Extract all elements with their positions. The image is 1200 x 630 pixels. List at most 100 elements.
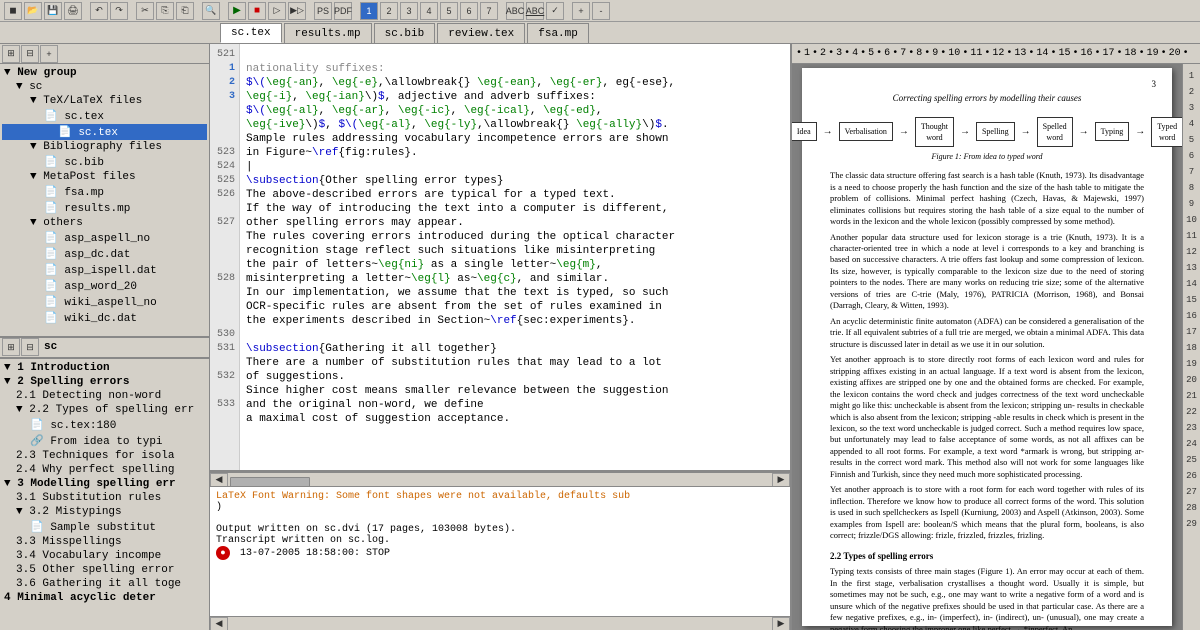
pdf-pg-12[interactable]: 12 bbox=[992, 48, 1004, 59]
pdf-scroll-area[interactable]: 3 Correcting spelling errors by modellin… bbox=[792, 64, 1182, 630]
outline-sample[interactable]: 📄 Sample substitut bbox=[2, 519, 207, 535]
tree-bib-folder[interactable]: ▼ Bibliography files bbox=[2, 140, 207, 154]
tree-results-mp[interactable]: 📄 results.mp bbox=[2, 200, 207, 216]
hscroll-left-btn[interactable]: ◀ bbox=[210, 473, 228, 487]
find-btn[interactable]: 🔍 bbox=[202, 2, 220, 20]
outline-collapse-btn[interactable]: ⊟ bbox=[21, 338, 39, 356]
tree-sc-tex-file[interactable]: 📄 sc.tex bbox=[2, 108, 207, 124]
outline-3-6[interactable]: 3.6 Gathering it all toge bbox=[2, 577, 207, 591]
outline-3-5[interactable]: 3.5 Other spelling error bbox=[2, 563, 207, 577]
tree-wiki-dc[interactable]: 📄 wiki_dc.dat bbox=[2, 310, 207, 326]
pg3-btn[interactable]: 3 bbox=[400, 2, 418, 20]
outline-spell[interactable]: ▼ 2 Spelling errors bbox=[2, 375, 207, 389]
pdf-pg-18[interactable]: 18 bbox=[1125, 48, 1137, 59]
tab-sc-tex[interactable]: sc.tex bbox=[220, 23, 282, 43]
hscroll-thumb[interactable] bbox=[230, 477, 310, 487]
ps-btn[interactable]: PS bbox=[314, 2, 332, 20]
tree-asp-word[interactable]: 📄 asp_word_20 bbox=[2, 278, 207, 294]
tab-sc-bib[interactable]: sc.bib bbox=[374, 23, 436, 43]
con-hscroll-right-btn[interactable]: ▶ bbox=[772, 617, 790, 630]
tree-collapse-btn[interactable]: ⊟ bbox=[21, 45, 39, 63]
pdf-pg-10[interactable]: 10 bbox=[948, 48, 960, 59]
tree-asp-aspell[interactable]: 📄 asp_aspell_no bbox=[2, 230, 207, 246]
abc-btn[interactable]: ABC bbox=[506, 2, 524, 20]
cut-btn[interactable]: ✂ bbox=[136, 2, 154, 20]
pdf-pg-9[interactable]: 9 bbox=[932, 48, 938, 59]
print-btn[interactable]: 🖨 bbox=[64, 2, 82, 20]
tree-sc-tex-subfile[interactable]: 📄 sc.tex bbox=[2, 124, 207, 140]
pdf-pg-13[interactable]: 13 bbox=[1014, 48, 1026, 59]
pg6-btn[interactable]: 6 bbox=[460, 2, 478, 20]
pdf-pg-4[interactable]: 4 bbox=[852, 48, 858, 59]
hscroll-right-btn[interactable]: ▶ bbox=[772, 473, 790, 487]
pdf-pg-15[interactable]: 15 bbox=[1058, 48, 1070, 59]
outline-fig-ref[interactable]: 🔗 From idea to typi bbox=[2, 433, 207, 449]
redo-btn[interactable]: ↷ bbox=[110, 2, 128, 20]
tree-asp-dc[interactable]: 📄 asp_dc.dat bbox=[2, 246, 207, 262]
undo-btn[interactable]: ↶ bbox=[90, 2, 108, 20]
tree-fsa-mp[interactable]: 📄 fsa.mp bbox=[2, 184, 207, 200]
editor-content[interactable]: 521 1 2 3 523 524 525 526 527 528 bbox=[210, 44, 790, 472]
stop-btn[interactable]: ■ bbox=[248, 2, 266, 20]
outline-2-1[interactable]: 2.1 Detecting non-word bbox=[2, 389, 207, 403]
compile-btn[interactable]: ▶ bbox=[228, 2, 246, 20]
abc2-btn[interactable]: ABC bbox=[526, 2, 544, 20]
pdf-pg-7[interactable]: 7 bbox=[900, 48, 906, 59]
outline-2-3[interactable]: 2.3 Techniques for isola bbox=[2, 449, 207, 463]
pdf-pg-17[interactable]: 17 bbox=[1103, 48, 1115, 59]
new-btn[interactable]: ◼ bbox=[4, 2, 22, 20]
tab-fsa-mp[interactable]: fsa.mp bbox=[527, 23, 589, 43]
pg5-btn[interactable]: 5 bbox=[440, 2, 458, 20]
pdf-pg-1[interactable]: 1 bbox=[804, 48, 810, 59]
pdf-pg-5[interactable]: 5 bbox=[868, 48, 874, 59]
pg7-btn[interactable]: 7 bbox=[480, 2, 498, 20]
tree-mp-folder[interactable]: ▼ MetaPost files bbox=[2, 170, 207, 184]
zoom-out-btn[interactable]: - bbox=[592, 2, 610, 20]
paste-btn[interactable]: ⎗ bbox=[176, 2, 194, 20]
outline-sctex[interactable]: 📄 sc.tex:180 bbox=[2, 417, 207, 433]
pg1-btn[interactable]: 1 bbox=[360, 2, 378, 20]
tree-asp-ispell[interactable]: 📄 asp_ispell.dat bbox=[2, 262, 207, 278]
tab-review-tex[interactable]: review.tex bbox=[437, 23, 525, 43]
outline-4[interactable]: 4 Minimal acyclic deter bbox=[2, 591, 207, 605]
spell-btn[interactable]: ✓ bbox=[546, 2, 564, 20]
outline-2-4[interactable]: 2.4 Why perfect spelling bbox=[2, 463, 207, 477]
outline-3-2[interactable]: ▼ 3.2 Mistypings bbox=[2, 505, 207, 519]
outline-expand-btn[interactable]: ⊞ bbox=[2, 338, 20, 356]
tree-others-folder[interactable]: ▼ others bbox=[2, 216, 207, 230]
pg2-btn[interactable]: 2 bbox=[380, 2, 398, 20]
pdf-btn[interactable]: PDF bbox=[334, 2, 352, 20]
outline-3-3[interactable]: 3.3 Misspellings bbox=[2, 535, 207, 549]
tree-group[interactable]: ▼ New group bbox=[2, 66, 207, 80]
outline-3-1[interactable]: 3.1 Substitution rules bbox=[2, 491, 207, 505]
tree-tex-files-folder[interactable]: ▼ TeX/LaTeX files bbox=[2, 94, 207, 108]
editor-hscroll[interactable]: ◀ ▶ bbox=[210, 472, 790, 486]
outline-2-2[interactable]: ▼ 2.2 Types of spelling err bbox=[2, 403, 207, 417]
pdf-pg-6[interactable]: 6 bbox=[884, 48, 890, 59]
pdf-pg-19[interactable]: 19 bbox=[1147, 48, 1159, 59]
save-btn[interactable]: 💾 bbox=[44, 2, 62, 20]
tab-results-mp[interactable]: results.mp bbox=[284, 23, 372, 43]
pdf-pg-3[interactable]: 3 bbox=[836, 48, 842, 59]
outline-3-4[interactable]: 3.4 Vocabulary incompe bbox=[2, 549, 207, 563]
pdf-pg-14[interactable]: 14 bbox=[1036, 48, 1048, 59]
tree-wiki-aspell[interactable]: 📄 wiki_aspell_no bbox=[2, 294, 207, 310]
editor-text[interactable]: nationality suffixes: $\(\eg{-an}, \eg{-… bbox=[240, 44, 790, 470]
tree-new-btn[interactable]: + bbox=[40, 45, 58, 63]
pdf-pg-8[interactable]: 8 bbox=[916, 48, 922, 59]
pdf-pg-20[interactable]: 20 bbox=[1169, 48, 1181, 59]
outline-model[interactable]: ▼ 3 Modelling spelling err bbox=[2, 477, 207, 491]
open-btn[interactable]: 📂 bbox=[24, 2, 42, 20]
tree-expand-btn[interactable]: ⊞ bbox=[2, 45, 20, 63]
copy-btn[interactable]: ⎘ bbox=[156, 2, 174, 20]
pg4-btn[interactable]: 4 bbox=[420, 2, 438, 20]
tree-sc-folder[interactable]: ▼ sc bbox=[2, 80, 207, 94]
pdf-pg-2[interactable]: 2 bbox=[820, 48, 826, 59]
console-hscroll[interactable]: ◀ ▶ bbox=[210, 616, 790, 630]
con-hscroll-left-btn[interactable]: ◀ bbox=[210, 617, 228, 630]
zoom-in-btn[interactable]: + bbox=[572, 2, 590, 20]
step-btn[interactable]: ▷ bbox=[268, 2, 286, 20]
pdf-pg-16[interactable]: 16 bbox=[1080, 48, 1092, 59]
outline-intro[interactable]: ▼ 1 Introduction bbox=[2, 361, 207, 375]
pdf-pg-11[interactable]: 11 bbox=[970, 48, 982, 59]
